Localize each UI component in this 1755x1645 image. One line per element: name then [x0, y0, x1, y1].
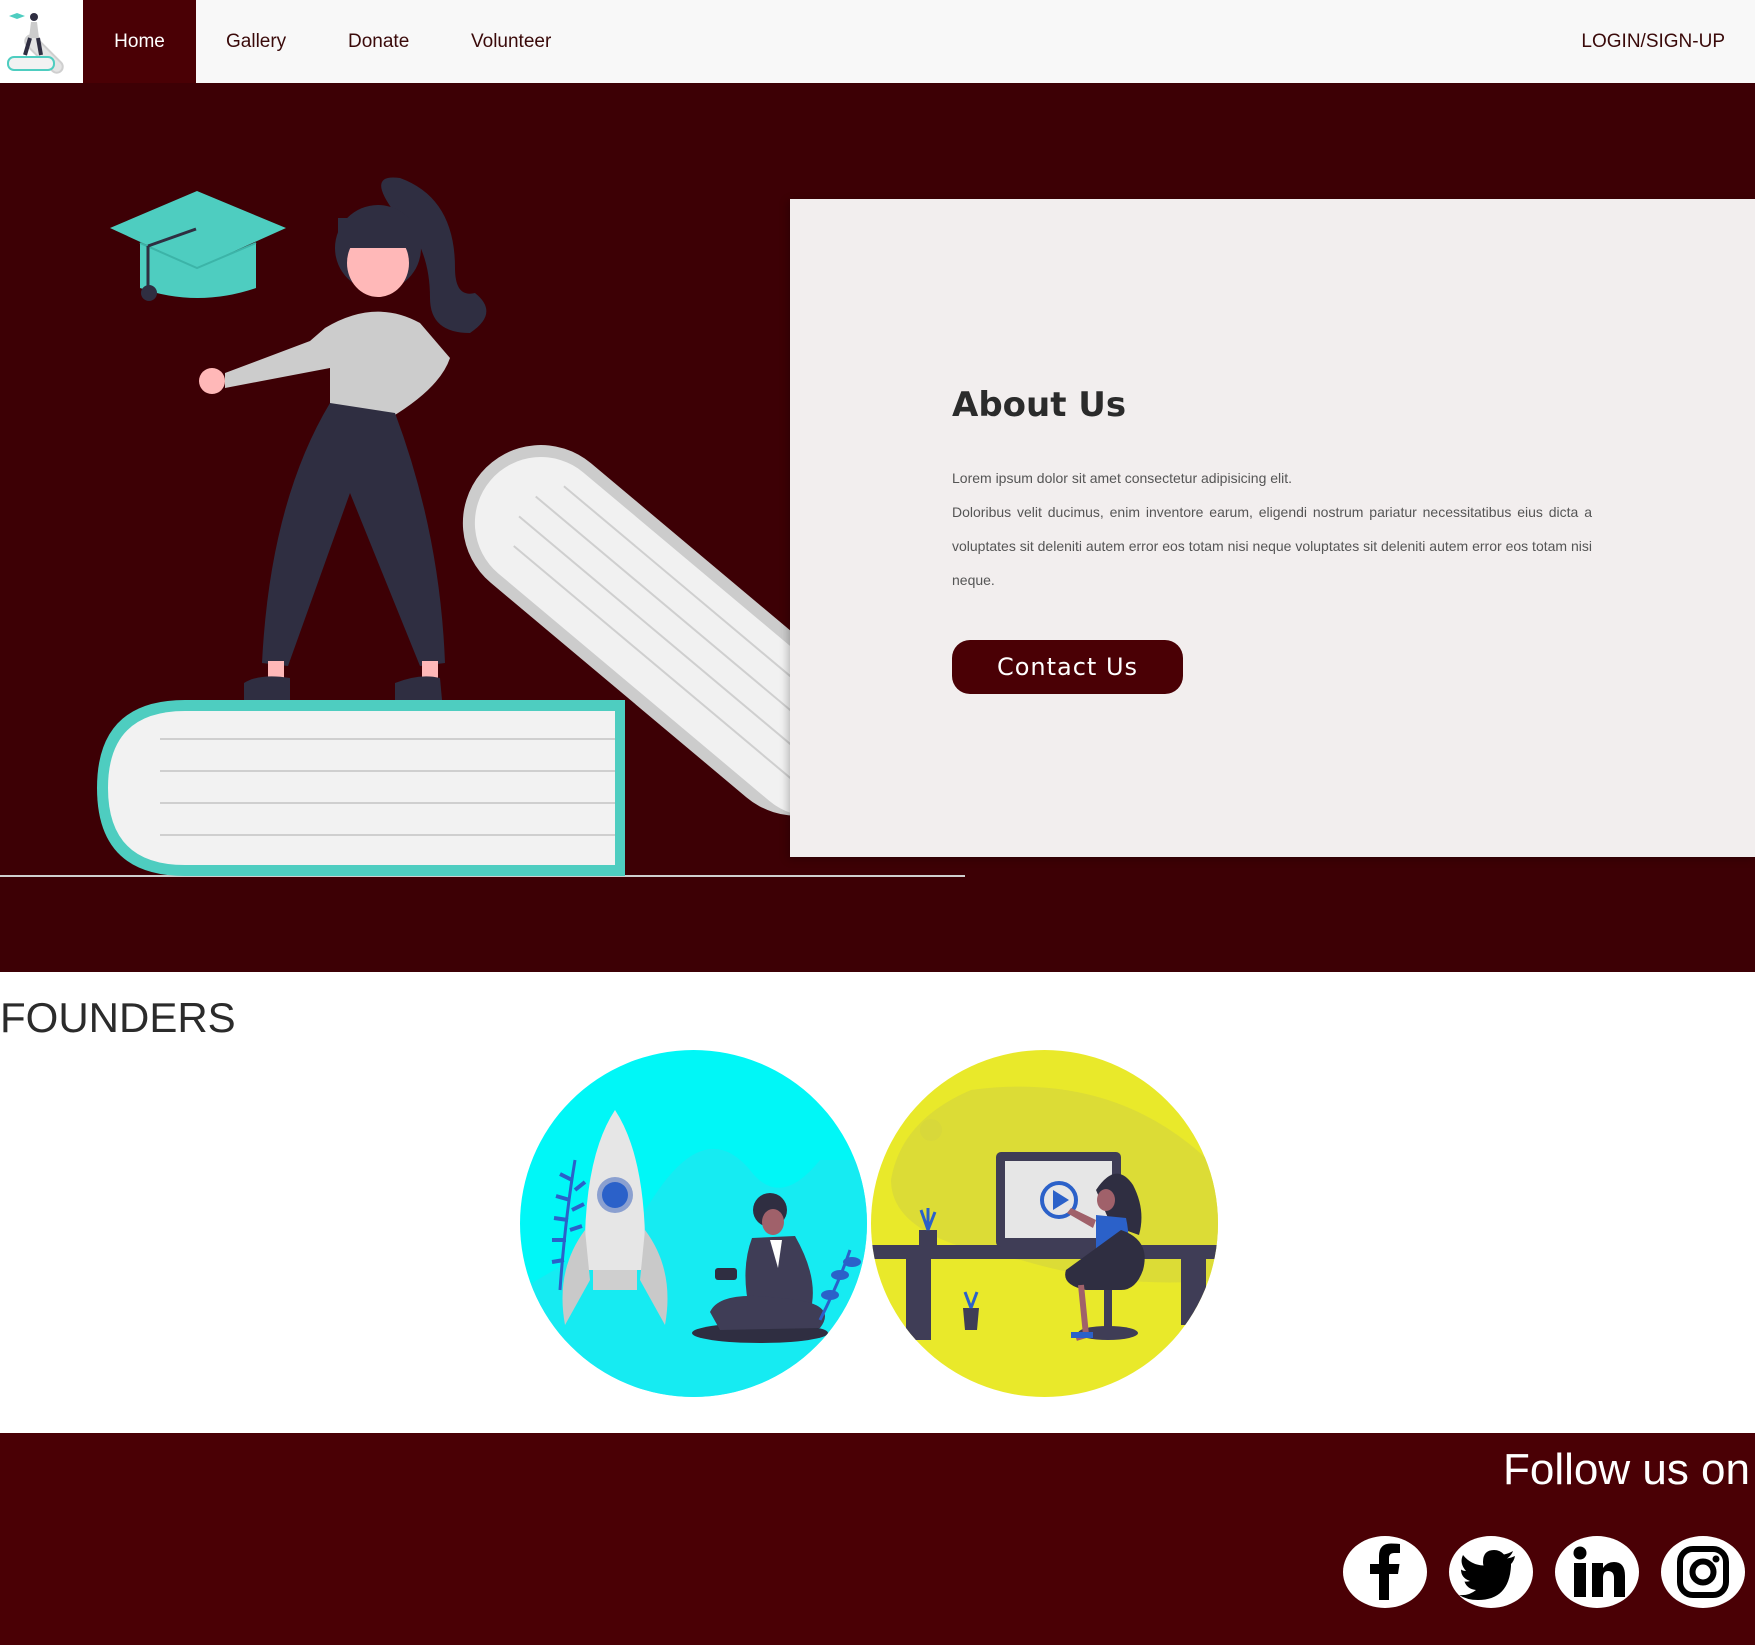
- rocket-launch-illustration: [520, 1110, 867, 1397]
- contact-us-button[interactable]: Contact Us: [952, 640, 1183, 694]
- about-paragraph: Lorem ipsum dolor sit amet consectetur a…: [952, 470, 1293, 486]
- nav-donate[interactable]: Donate: [348, 0, 409, 83]
- founder-avatar-video[interactable]: [871, 1050, 1218, 1397]
- nav-gallery[interactable]: Gallery: [226, 0, 286, 83]
- instagram-icon[interactable]: [1661, 1536, 1745, 1608]
- about-paragraph: Doloribus velit ducimus, enim inventore …: [952, 504, 1592, 588]
- follow-us-heading: Follow us on: [1502, 1445, 1750, 1494]
- about-title: About Us: [952, 385, 1127, 425]
- facebook-icon[interactable]: [1343, 1536, 1427, 1608]
- video-desk-illustration: [871, 1086, 1218, 1341]
- login-signup-link[interactable]: LOGIN/SIGN-UP: [1581, 0, 1725, 83]
- founders-title: FOUNDERS: [0, 994, 236, 1041]
- twitter-icon[interactable]: [1449, 1536, 1533, 1608]
- student-on-books-logo-icon[interactable]: [0, 0, 83, 83]
- hero-section: About Us Lorem ipsum dolor sit amet cons…: [0, 83, 1755, 972]
- nav-home[interactable]: Home: [83, 0, 196, 83]
- founder-avatar-rocket[interactable]: [520, 1050, 867, 1397]
- nav-volunteer[interactable]: Volunteer: [471, 0, 551, 83]
- footer: Follow us on: [0, 1433, 1755, 1645]
- top-navbar: Home Gallery Donate Volunteer LOGIN/SIGN…: [0, 0, 1755, 84]
- about-description: Lorem ipsum dolor sit amet consectetur a…: [952, 461, 1592, 597]
- about-us-card: About Us Lorem ipsum dolor sit amet cons…: [790, 199, 1755, 857]
- linkedin-icon[interactable]: [1555, 1536, 1639, 1608]
